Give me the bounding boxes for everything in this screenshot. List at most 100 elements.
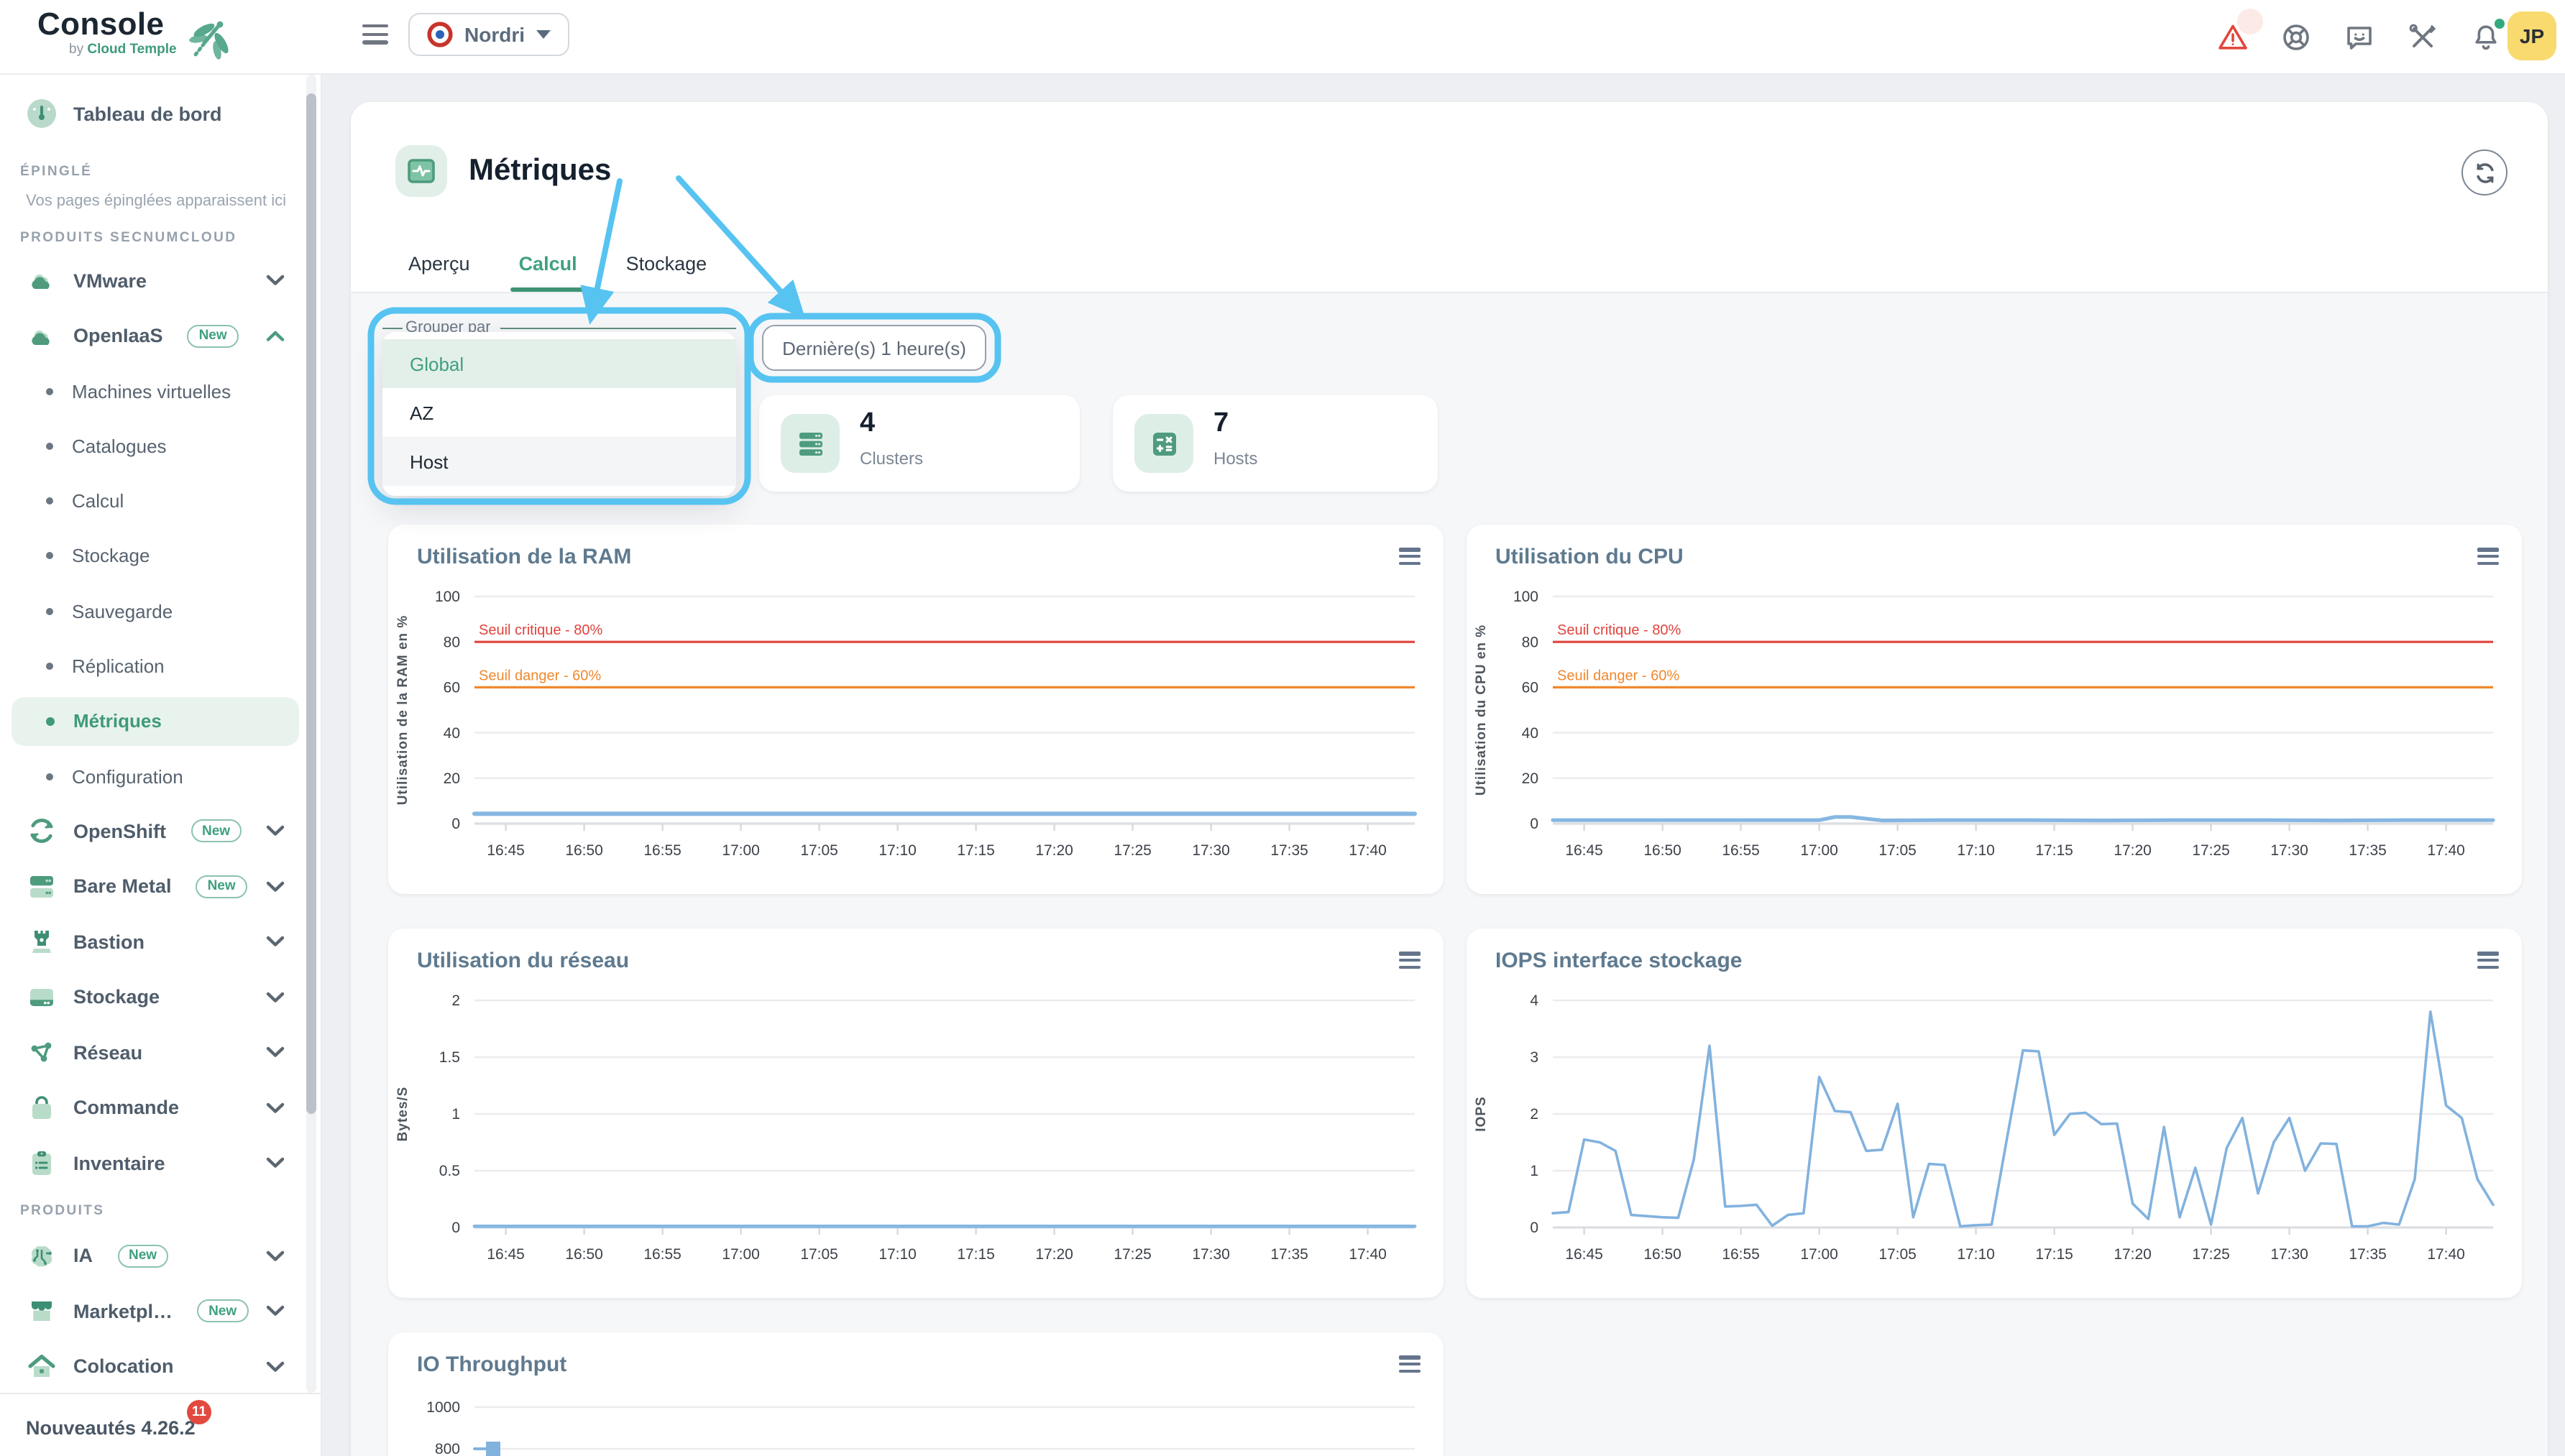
tab-calcul[interactable]: Calcul: [519, 253, 577, 292]
groupby-option-az[interactable]: AZ: [382, 388, 736, 437]
sidebar-item-openshift[interactable]: OpenShiftNew: [12, 807, 299, 856]
sidebar-item-configuration[interactable]: Configuration: [12, 752, 299, 801]
alert-warning-icon[interactable]: [2217, 22, 2249, 53]
tab-stockage[interactable]: Stockage: [626, 253, 707, 292]
svg-text:17:40: 17:40: [2427, 1246, 2465, 1263]
hosts-stat-card[interactable]: 7 Hosts: [1113, 395, 1438, 492]
io-throughput-chart-plot: 8001000: [388, 1390, 1444, 1456]
svg-text:17:00: 17:00: [1800, 1246, 1838, 1263]
chart-menu-icon[interactable]: [2477, 952, 2499, 969]
groupby-option-global[interactable]: Global: [382, 339, 736, 388]
clusters-stat-card[interactable]: 4 Clusters: [759, 395, 1080, 492]
svg-text:17:25: 17:25: [2192, 1246, 2230, 1263]
chart-menu-icon[interactable]: [1399, 952, 1421, 969]
svg-text:Utilisation du CPU en %: Utilisation du CPU en %: [1474, 625, 1489, 796]
chart-menu-icon[interactable]: [2477, 548, 2499, 565]
sidebar-item-tableau-de-bord[interactable]: Tableau de bord: [12, 89, 299, 138]
svg-text:17:15: 17:15: [957, 842, 995, 859]
sidebar-item-stockage[interactable]: Stockage: [12, 973, 299, 1022]
sidebar-item-replication[interactable]: Réplication: [12, 642, 299, 691]
sidebar: Tableau de bordÉPINGLÉVos pages épinglée…: [0, 75, 322, 1456]
sidebar-item-label: Bare Metal: [73, 876, 172, 898]
sidebar-subitem-label: Configuration: [72, 765, 183, 787]
tools-icon[interactable]: [2407, 22, 2438, 53]
hosts-icon: [1134, 414, 1193, 473]
sidebar-item-calcul[interactable]: Calcul: [12, 476, 299, 525]
sidebar-item-commande[interactable]: Commande: [12, 1084, 299, 1133]
metrics-content: Grouper par GlobalAZHost Dernière(s) 1 h…: [351, 293, 2548, 1456]
hosts-count: 7: [1213, 408, 1229, 440]
sidebar-item-label: OpenShift: [73, 821, 166, 842]
sidebar-item-bare-metal[interactable]: Bare MetalNew: [12, 862, 299, 911]
support-lifebuoy-icon[interactable]: [2280, 22, 2312, 53]
bullet-icon: [46, 663, 53, 670]
metrics-header: Métriques AperçuCalculStockage: [351, 102, 2548, 293]
bag-icon: [26, 1092, 58, 1124]
sidebar-subitem-label: Calcul: [72, 490, 124, 512]
menu-hamburger-icon[interactable]: [362, 24, 388, 45]
iops-chart-card: IOPS interface stockage 01234IOPS16:4516…: [1467, 929, 2522, 1298]
svg-text:IOPS: IOPS: [1474, 1096, 1489, 1131]
svg-text:2: 2: [1530, 1106, 1538, 1123]
whats-new-count-badge: 11: [187, 1400, 211, 1424]
sidebar-item-metriques[interactable]: Métriques: [12, 697, 299, 746]
svg-text:16:55: 16:55: [643, 842, 682, 859]
svg-text:16:55: 16:55: [1722, 1246, 1760, 1263]
svg-text:17:05: 17:05: [800, 1246, 838, 1263]
chevron-down-icon: [266, 1095, 285, 1121]
chart-menu-icon[interactable]: [1399, 548, 1421, 565]
svg-text:17:05: 17:05: [1878, 842, 1917, 859]
feedback-chat-icon[interactable]: [2344, 22, 2375, 53]
baremetal-icon: [26, 871, 58, 903]
svg-text:17:25: 17:25: [1114, 1246, 1152, 1263]
whats-new-link[interactable]: Nouveautés 4.26.2: [26, 1417, 196, 1439]
new-badge: New: [197, 1300, 248, 1323]
bullet-icon: [46, 553, 53, 560]
svg-text:17:00: 17:00: [722, 842, 760, 859]
refresh-button[interactable]: [2461, 149, 2507, 195]
svg-text:60: 60: [1522, 680, 1538, 696]
sidebar-item-stockage[interactable]: Stockage: [12, 532, 299, 581]
svg-text:16:50: 16:50: [565, 842, 603, 859]
sidebar-item-openiaas[interactable]: OpenIaaSNew: [12, 311, 299, 360]
sidebar-item-catalogues[interactable]: Catalogues: [12, 422, 299, 471]
groupby-option-host[interactable]: Host: [382, 437, 736, 486]
svg-text:100: 100: [435, 589, 460, 605]
svg-text:16:50: 16:50: [1643, 842, 1681, 859]
iops-chart-title: IOPS interface stockage: [1495, 949, 1743, 973]
chevron-up-icon: [266, 323, 285, 349]
sidebar-item-machines-virtuelles[interactable]: Machines virtuelles: [12, 367, 299, 415]
sidebar-item-bastion[interactable]: Bastion: [12, 918, 299, 967]
user-avatar[interactable]: JP: [2507, 11, 2556, 60]
logo-subtitle: by Cloud Temple: [69, 42, 267, 57]
tab-apercu[interactable]: Aperçu: [408, 253, 470, 292]
ram-usage-chart-card: Utilisation de la RAM 020406080100Utilis…: [388, 525, 1444, 894]
svg-text:17:35: 17:35: [1270, 1246, 1308, 1263]
sidebar-item-sauvegarde[interactable]: Sauvegarde: [12, 586, 299, 635]
sidebar-item-colocation[interactable]: Colocation: [12, 1342, 299, 1391]
main-content: Métriques AperçuCalculStockage Grouper p…: [322, 75, 2565, 1456]
sidebar-item-reseau[interactable]: Réseau: [12, 1028, 299, 1077]
sidebar-scrollbar-thumb[interactable]: [306, 93, 316, 1114]
svg-text:16:55: 16:55: [1722, 842, 1760, 859]
svg-text:Seuil critique - 80%: Seuil critique - 80%: [479, 622, 603, 638]
gauge-icon: [26, 98, 58, 129]
tenant-selector-button[interactable]: Nordri: [408, 13, 569, 56]
svg-text:17:35: 17:35: [1270, 842, 1308, 859]
sidebar-item-vmware[interactable]: VMware: [12, 256, 299, 305]
bullet-icon: [46, 387, 53, 395]
notifications-bell-icon[interactable]: [2470, 22, 2502, 53]
sidebar-item-inventaire[interactable]: Inventaire: [12, 1139, 299, 1188]
svg-text:1.5: 1.5: [439, 1049, 460, 1066]
tenant-roundel-icon: [427, 22, 453, 47]
sidebar-item-label: OpenIaaS: [73, 325, 163, 346]
network-chart-plot: 00.511.52Bytes/S16:4516:5016:5517:0017:0…: [388, 986, 1444, 1281]
pinned-section-header: ÉPINGLÉ: [20, 164, 92, 180]
svg-text:100: 100: [1513, 589, 1538, 605]
time-range-button[interactable]: Dernière(s) 1 heure(s): [762, 325, 986, 371]
chart-menu-icon[interactable]: [1399, 1355, 1421, 1373]
sidebar-item-marketpl[interactable]: Marketpl…New: [12, 1287, 299, 1336]
io-throughput-chart-title: IO Throughput: [417, 1353, 566, 1377]
sidebar-item-ia[interactable]: IANew: [12, 1232, 299, 1281]
bullet-icon: [46, 497, 53, 504]
